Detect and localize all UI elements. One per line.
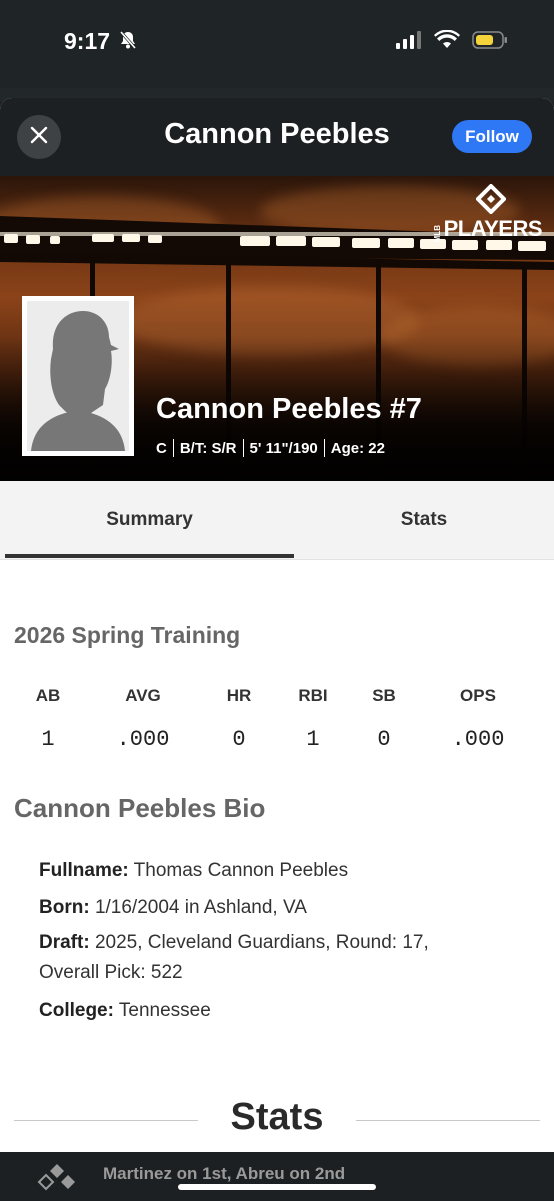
bio-draft-value: 2025, Cleveland Guardians, Round: 17,	[94, 932, 429, 953]
home-indicator[interactable]	[178, 1184, 376, 1190]
player-sheet: Cannon Peebles Follow MLB PLAYERS Cannon…	[0, 98, 554, 1200]
bio-title: Cannon Peebles Bio	[14, 793, 266, 823]
player-bats-throws: B/T: S/R	[179, 439, 237, 457]
player-meta: C B/T: S/R 5' 11"/190 Age: 22	[156, 439, 385, 457]
player-age: Age: 22	[330, 439, 385, 457]
bio-college: College: Tennessee	[39, 996, 519, 1026]
tab-bar: Summary Stats	[0, 481, 554, 560]
divider-right	[356, 1120, 540, 1121]
status-bar: 9:17	[0, 0, 554, 88]
header: Cannon Peebles Follow	[0, 98, 554, 176]
player-height-weight: 5' 11"/190	[249, 439, 318, 457]
tab-summary[interactable]: Summary	[5, 481, 294, 559]
logo-players-text: PLAYERS	[443, 216, 543, 241]
bio-fullname: Fullname: Thomas Cannon Peebles	[39, 856, 519, 886]
battery-icon	[472, 30, 508, 54]
stats-heading: Stats	[230, 1096, 324, 1138]
stat-header-avg: AVG	[125, 686, 161, 705]
bio-draft-continued: Overall Pick: 522	[39, 962, 183, 983]
bio-born-label: Born:	[39, 897, 90, 918]
spring-training-title: 2026 Spring Training	[14, 622, 241, 648]
logo-mlb-text: MLB	[432, 224, 442, 242]
stat-header-rbi: RBI	[298, 686, 328, 705]
ticker-text: Martinez on 1st, Abreu on 2nd	[103, 1164, 346, 1183]
stat-header-hr: HR	[226, 686, 252, 705]
bio-fullname-label: Fullname:	[39, 860, 129, 881]
bio-college-label: College:	[39, 1000, 114, 1021]
stat-header-sb: SB	[372, 686, 396, 705]
wifi-icon	[434, 29, 460, 54]
live-game-ticker[interactable]: Martinez on 1st, Abreu on 2nd	[0, 1152, 554, 1200]
bio-draft: Draft: 2025, Cleveland Guardians, Round:…	[39, 928, 519, 958]
stat-value-ab: 1	[41, 727, 55, 752]
stat-header-ops: OPS	[460, 686, 496, 705]
stat-value-avg: .000	[116, 727, 170, 752]
follow-button[interactable]: Follow	[452, 120, 532, 153]
meta-divider	[172, 439, 174, 457]
stat-value-hr: 0	[232, 727, 246, 752]
diamond-logo-icon	[475, 183, 507, 219]
player-position: C	[156, 439, 167, 457]
meta-divider	[242, 439, 244, 457]
player-photo	[22, 296, 134, 456]
status-time: 9:17	[64, 28, 111, 54]
bio-born: Born: 1/16/2004 in Ashland, VA	[39, 893, 519, 923]
meta-divider	[323, 439, 325, 457]
player-name: Cannon Peebles #7	[156, 393, 422, 425]
bases-diamond-icon	[36, 1162, 78, 1201]
stat-value-rbi: 1	[306, 727, 320, 752]
stat-value-sb: 0	[377, 727, 391, 752]
tab-stats[interactable]: Stats	[294, 481, 554, 559]
bio-college-value: Tennessee	[118, 1000, 211, 1021]
bio-born-value: 1/16/2004 in Ashland, VA	[94, 897, 307, 918]
mlb-players-logo: MLB PLAYERS	[432, 183, 543, 242]
active-tab-indicator	[5, 554, 294, 558]
stat-header-ab: AB	[35, 686, 61, 705]
bell-slash-icon	[118, 30, 138, 55]
bio-fullname-value: Thomas Cannon Peebles	[133, 860, 349, 881]
player-silhouette-icon	[31, 311, 125, 451]
bio-draft-label: Draft:	[39, 932, 90, 953]
cellular-signal-icon	[396, 30, 422, 54]
player-hero-banner: MLB PLAYERS Cannon Peebles #7 C B/T: S/R…	[0, 176, 554, 481]
stat-value-ops: .000	[451, 727, 505, 752]
